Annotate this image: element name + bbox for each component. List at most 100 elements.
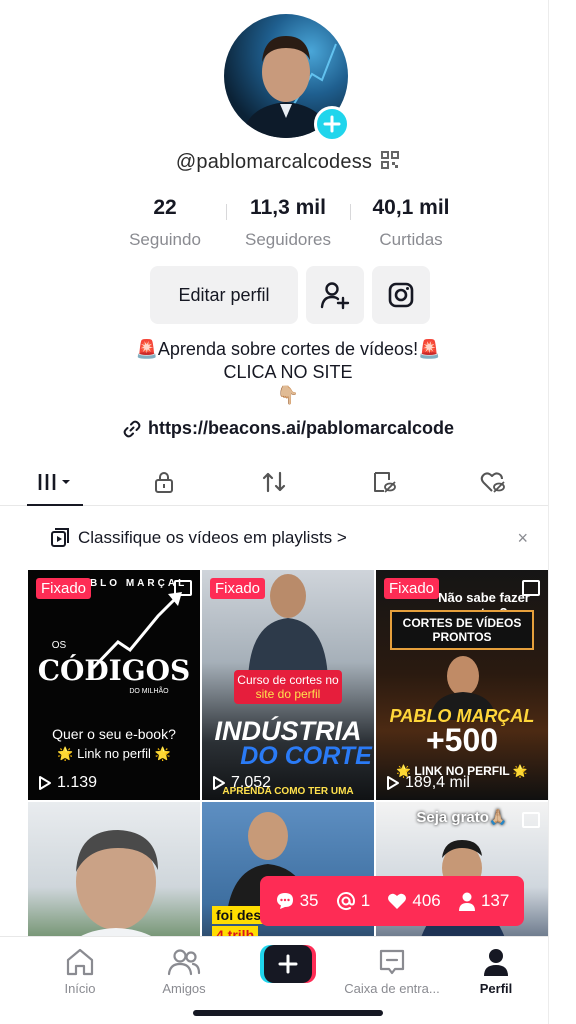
plus-icon <box>260 945 316 983</box>
thumb-text: 🌟 Link no perfil 🌟 <box>57 746 171 761</box>
profile-avatar[interactable] <box>224 14 352 142</box>
followers-label: Seguidores <box>244 230 331 249</box>
instagram-button[interactable] <box>372 266 430 324</box>
pinned-badge: Fixado <box>210 578 266 599</box>
like-notification: 406 <box>387 891 441 911</box>
friends-icon <box>167 949 201 976</box>
play-icon <box>387 776 399 790</box>
view-count: 1.139 <box>38 774 97 792</box>
profile-icon <box>484 949 508 976</box>
thumb-title: DO CORTE <box>240 742 372 770</box>
qr-code-icon[interactable] <box>380 150 400 175</box>
nav-friends[interactable]: Amigos <box>132 947 236 996</box>
thumb-text: Curso de cortes no <box>237 673 339 687</box>
stat-likes[interactable]: 40,1 mil Curtidas <box>356 196 466 250</box>
instagram-icon <box>388 282 414 308</box>
bio-line: 🚨Aprenda sobre cortes de vídeos!🚨 <box>135 339 441 359</box>
bottom-navigation: Início Amigos Caixa de entra... Perfil <box>0 936 548 1024</box>
bio-line: CLICA NO SITE <box>223 362 353 382</box>
nav-profile-label: Perfil <box>479 981 513 996</box>
profile-link[interactable]: https://beacons.ai/pablomarcalcode <box>0 418 576 439</box>
mention-icon <box>336 892 355 911</box>
view-count: 189,4 mil <box>386 774 470 792</box>
tab-liked[interactable] <box>438 458 548 505</box>
person-icon <box>458 892 475 911</box>
content-tabs <box>0 458 548 506</box>
view-count: 7.052 <box>212 774 271 792</box>
pinned-badge: Fixado <box>384 578 440 599</box>
nav-home-label: Início <box>64 981 96 996</box>
stat-divider <box>350 204 351 220</box>
home-indicator[interactable] <box>193 1010 383 1016</box>
tab-private[interactable] <box>110 458 220 505</box>
tab-reposts[interactable] <box>219 458 329 505</box>
profile-link-text[interactable]: https://beacons.ai/pablomarcalcode <box>148 418 454 439</box>
following-label: Seguindo <box>129 230 201 249</box>
following-count: 22 <box>153 196 177 219</box>
thumb-text: DO MILHÃO <box>129 688 169 695</box>
username: @pablomarcalcodess <box>175 151 373 173</box>
add-friends-button[interactable] <box>306 266 364 324</box>
stat-following[interactable]: 22 Seguindo <box>110 196 220 250</box>
playlist-banner-text: Classifique os vídeos em playlists > <box>78 528 347 547</box>
thumb-text: foi des <box>212 906 266 924</box>
create-video-button[interactable] <box>260 945 316 983</box>
play-icon <box>213 776 225 790</box>
comment-count: 35 <box>299 891 319 910</box>
like-count: 406 <box>412 891 441 910</box>
tab-videos[interactable] <box>0 458 110 506</box>
playlist-banner[interactable]: Classifique os vídeos em playlists > × <box>0 518 548 558</box>
nav-friends-label: Amigos <box>162 981 206 996</box>
mention-count: 1 <box>360 891 371 910</box>
followers-count: 11,3 mil <box>250 196 326 219</box>
inbox-icon <box>379 949 405 975</box>
home-icon <box>66 948 94 976</box>
thumb-text: OS <box>51 640 67 651</box>
follower-count: 137 <box>480 891 510 910</box>
close-icon[interactable]: × <box>517 528 528 549</box>
thumb-text: Quer o seu e-book? <box>52 726 176 742</box>
caption-box: Curso de cortes no site do perfil <box>234 670 342 704</box>
add-user-icon <box>320 282 350 310</box>
nav-inbox[interactable]: Caixa de entra... <box>340 947 444 996</box>
repost-icon <box>262 471 286 492</box>
follower-notification: 137 <box>458 891 509 911</box>
liked-hidden-icon <box>480 472 506 493</box>
playlist-icon <box>51 528 69 547</box>
view-count-text: 7.052 <box>231 774 272 791</box>
heart-icon <box>388 893 407 909</box>
pinned-badge: Fixado <box>36 578 92 599</box>
thumb-title: +500 <box>425 722 499 758</box>
thumb-text: site do perfil <box>255 687 321 701</box>
thumb-text: CORTES DE VÍDEOS PRONTOS <box>390 610 534 650</box>
tab-saved[interactable] <box>329 458 439 505</box>
nav-inbox-label: Caixa de entra... <box>344 981 440 996</box>
video-thumbnail[interactable]: Não sabe fazer cortes? CORTES DE VÍDEOS … <box>376 570 548 800</box>
profile-actions: Editar perfil <box>150 266 430 324</box>
thumb-title: CÓDIGOS <box>37 654 191 687</box>
lock-icon <box>155 471 174 493</box>
nav-profile[interactable]: Perfil <box>444 947 548 996</box>
link-icon <box>123 420 141 437</box>
likes-count: 40,1 mil <box>372 196 450 219</box>
photo-mode-icon <box>522 580 540 596</box>
edit-profile-button[interactable]: Editar perfil <box>150 266 298 324</box>
add-story-button[interactable] <box>314 106 350 142</box>
bio-line: 👇🏼 <box>276 385 300 405</box>
view-count-text: 1.139 <box>57 774 98 791</box>
photo-mode-icon <box>174 580 192 596</box>
saved-hidden-icon <box>373 471 396 493</box>
view-count-text: 189,4 mil <box>405 774 470 791</box>
video-thumbnail[interactable]: Curso de cortes no site do perfil INDÚST… <box>202 570 374 800</box>
nav-home[interactable]: Início <box>28 947 132 996</box>
profile-bio: 🚨Aprenda sobre cortes de vídeos!🚨 CLICA … <box>0 338 576 407</box>
username-row: @pablomarcalcodess <box>0 150 576 175</box>
video-thumbnail[interactable]: PABLO MARÇAL OS CÓDIGOS DO MILHÃO Quer o… <box>28 570 200 800</box>
stat-followers[interactable]: 11,3 mil Seguidores <box>233 196 343 250</box>
grid-icon <box>38 473 70 490</box>
play-icon <box>39 776 51 790</box>
stat-divider <box>226 204 227 220</box>
profile-stats: 22 Seguindo 11,3 mil Seguidores 40,1 mil… <box>110 196 466 250</box>
comment-icon <box>276 893 293 909</box>
activity-notification[interactable]: 35 1 406 137 <box>260 876 524 926</box>
